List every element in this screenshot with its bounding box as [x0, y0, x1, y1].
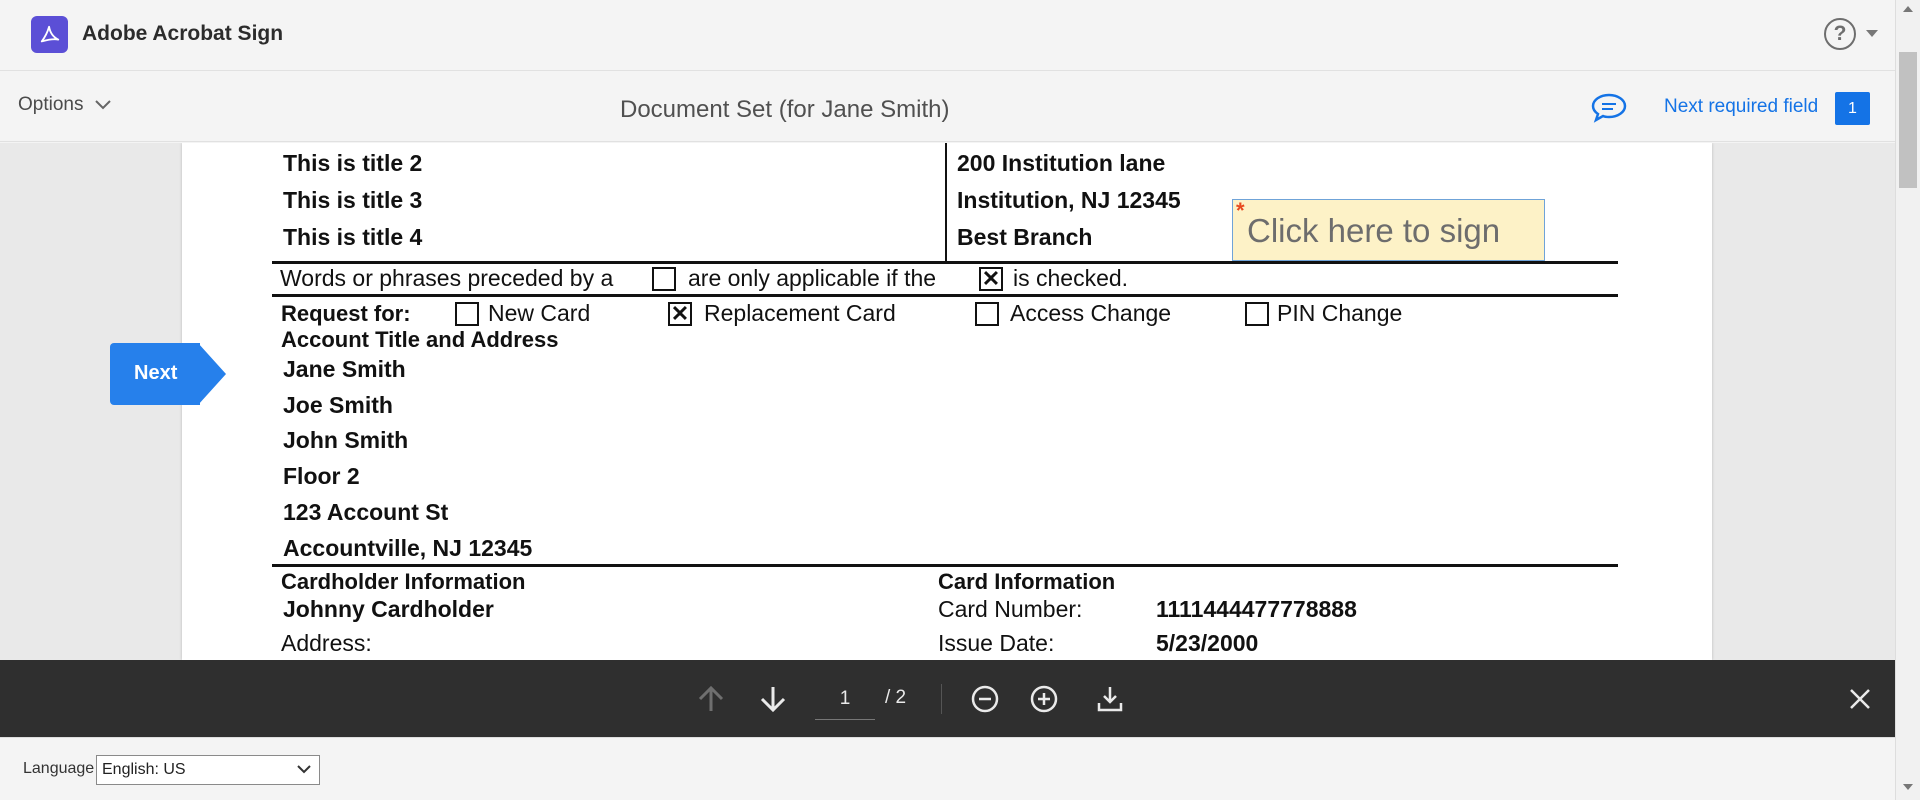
- legend-checked-checkbox: ✕: [979, 267, 1003, 291]
- next-required-field-link[interactable]: Next required field: [1664, 96, 1818, 118]
- divider: [272, 261, 1618, 264]
- page-navigation-bar: / 2: [0, 660, 1895, 737]
- address-label: Address:: [281, 630, 372, 656]
- scroll-up-arrow-icon[interactable]: [1903, 6, 1913, 12]
- account-line: Joe Smith: [283, 392, 393, 418]
- cardholder-heading: Cardholder Information: [281, 569, 526, 594]
- title-line: This is title 2: [283, 150, 423, 176]
- scrollbar-thumb[interactable]: [1899, 52, 1917, 188]
- divider: [272, 564, 1618, 567]
- next-page-arrow-down-icon[interactable]: [756, 682, 790, 716]
- address-line: Institution, NJ 12345: [957, 187, 1181, 213]
- download-icon[interactable]: [1093, 682, 1127, 716]
- account-line: Floor 2: [283, 463, 360, 489]
- vertical-scrollbar[interactable]: [1895, 0, 1920, 800]
- instruction-text: are only applicable if the: [688, 265, 937, 291]
- comment-icon[interactable]: [1590, 92, 1628, 129]
- instruction-text: Words or phrases preceded by a: [280, 265, 614, 291]
- options-label: Options: [18, 94, 84, 115]
- replacement-card-checkbox: ✕: [668, 302, 692, 326]
- next-label: Next: [134, 362, 178, 384]
- help-icon[interactable]: ?: [1824, 18, 1856, 50]
- zoom-out-icon[interactable]: [968, 682, 1002, 716]
- signature-field-label: Click here to sign: [1247, 212, 1501, 249]
- close-icon[interactable]: [1843, 682, 1877, 716]
- document-title: Document Set (for Jane Smith): [620, 96, 950, 123]
- app-name: Adobe Acrobat Sign: [82, 22, 284, 45]
- nav-separator: [941, 684, 942, 714]
- previous-page-arrow-up-icon[interactable]: [694, 682, 728, 716]
- divider: [272, 294, 1618, 297]
- account-line: Jane Smith: [283, 356, 406, 382]
- required-count-badge[interactable]: 1: [1835, 92, 1870, 125]
- card-number-value: 1111444477778888: [1156, 596, 1357, 622]
- acrobat-logo-icon: [31, 16, 68, 53]
- document-toolbar: Options Document Set (for Jane Smith) Ne…: [0, 72, 1895, 142]
- account-line: John Smith: [283, 427, 409, 453]
- language-label: Language: [23, 760, 95, 777]
- request-option-label: New Card: [488, 300, 591, 326]
- legend-checkbox: [652, 267, 676, 291]
- address-line: Best Branch: [957, 224, 1093, 250]
- chevron-down-icon: [95, 100, 112, 110]
- card-number-label: Card Number:: [938, 596, 1083, 622]
- title-line: This is title 3: [283, 187, 423, 213]
- pin-change-checkbox: [1245, 302, 1269, 326]
- page-total: / 2: [885, 687, 907, 708]
- help-menu-chevron-down-icon[interactable]: [1866, 30, 1878, 37]
- zoom-in-icon[interactable]: [1027, 682, 1061, 716]
- issue-date-label: Issue Date:: [938, 630, 1055, 656]
- cardholder-name: Johnny Cardholder: [283, 596, 494, 622]
- chevron-down-icon: [297, 765, 311, 774]
- options-menu[interactable]: Options: [18, 94, 112, 116]
- access-change-checkbox: [975, 302, 999, 326]
- account-heading: Account Title and Address: [281, 327, 559, 352]
- language-selected-value: English: US: [102, 761, 186, 778]
- signature-field[interactable]: * Click here to sign: [1232, 198, 1545, 261]
- request-for-label: Request for:: [281, 301, 411, 326]
- request-option-label: PIN Change: [1277, 300, 1403, 326]
- required-marker: *: [1236, 198, 1245, 223]
- language-select[interactable]: English: US: [96, 755, 320, 785]
- document-viewer[interactable]: This is title 2 This is title 3 This is …: [0, 143, 1895, 660]
- app-header: Adobe Acrobat Sign ?: [0, 0, 1895, 71]
- address-line: 200 Institution lane: [957, 150, 1166, 176]
- request-option-label: Replacement Card: [704, 300, 896, 326]
- next-field-button[interactable]: Next: [110, 343, 226, 405]
- card-heading: Card Information: [938, 569, 1116, 594]
- account-line: Accountville, NJ 12345: [283, 535, 533, 561]
- scroll-down-arrow-icon[interactable]: [1903, 784, 1913, 790]
- next-flag-arrow: [198, 343, 226, 405]
- request-option-label: Access Change: [1010, 300, 1172, 326]
- footer: Language English: US: [0, 737, 1895, 800]
- column-divider: [945, 143, 947, 261]
- title-line: This is title 4: [283, 224, 423, 250]
- issue-date-value: 5/23/2000: [1156, 630, 1259, 656]
- new-card-checkbox: [455, 302, 479, 326]
- page-number-input[interactable]: [815, 678, 875, 720]
- account-line: 123 Account St: [283, 499, 449, 525]
- instruction-text: is checked.: [1013, 265, 1129, 291]
